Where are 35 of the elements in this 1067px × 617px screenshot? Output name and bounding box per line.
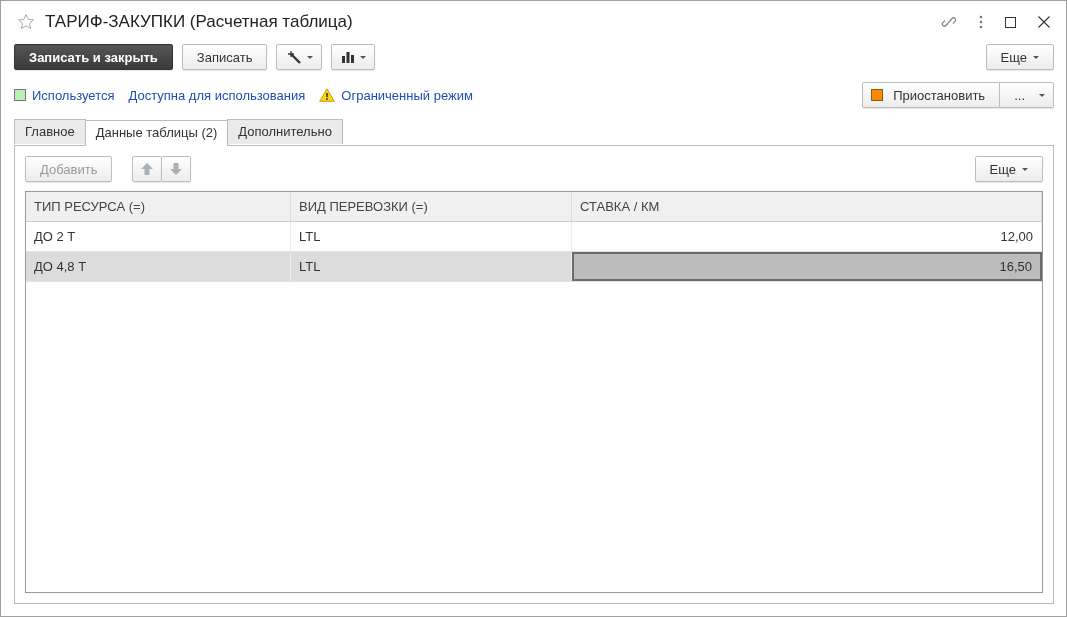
more-button[interactable]: Еще [985,44,1054,70]
actions-menu-button[interactable]: ... [1000,82,1054,108]
more-icon[interactable] [979,15,983,29]
tab[interactable]: Главное [14,119,86,144]
table-cell: ДО 4,8 Т [26,252,291,281]
wand-icon [287,50,302,64]
column-header[interactable]: ВИД ПЕРЕВОЗКИ (=) [291,192,572,221]
arrow-down-icon [170,163,183,175]
status-link[interactable]: Доступна для использования [128,87,306,103]
table-cell: ДО 2 Т [26,222,291,251]
maximize-icon[interactable] [1005,16,1016,28]
table-cell: LTL [291,222,572,251]
save-and-close-button[interactable]: Записать и закрыть [14,44,173,70]
wand-menu-button[interactable] [276,44,323,70]
window-title: ТАРИФ-ЗАКУПКИ (Расчетная таблица) [45,12,353,32]
tab[interactable]: Дополнительно [227,119,343,144]
link-icon[interactable] [941,14,957,30]
table-cell: 16,50 [572,252,1042,281]
more-button[interactable]: Еще [974,156,1043,182]
chart-menu-button[interactable] [331,44,376,70]
column-header[interactable]: СТАВКА / КМ [572,192,1042,221]
tab[interactable]: Данные таблицы (2) [84,120,229,146]
suspend-button[interactable]: Приостановить [862,82,1001,108]
star-icon[interactable] [17,13,35,31]
column-header[interactable]: ТИП РЕСУРСА (=) [26,192,291,221]
status-link[interactable]: Используется [32,87,115,103]
bar-chart-icon [342,51,355,63]
table-cell: 12,00 [572,222,1042,251]
warning-icon [319,88,336,102]
save-button[interactable]: Записать [181,44,268,70]
status-link[interactable]: Ограниченный режим [341,87,473,103]
arrow-up-icon [141,163,154,175]
close-icon[interactable] [1038,16,1050,28]
status-square-icon [14,89,26,101]
table-row[interactable]: ДО 4,8 Т LTL 16,50 [26,252,1042,282]
